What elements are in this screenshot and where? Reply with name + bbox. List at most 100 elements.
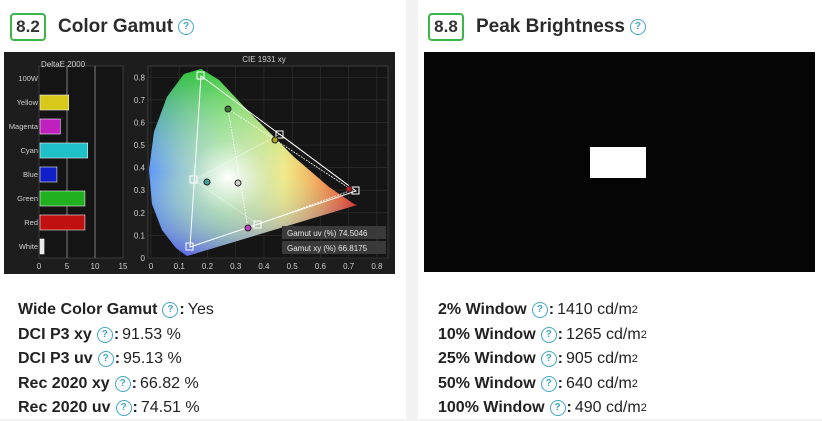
cie-x-tick-label: 0.1 <box>174 262 186 271</box>
cie-x-tick-label: 0.4 <box>258 262 270 271</box>
help-icon[interactable]: ? <box>96 326 113 343</box>
deltae-x-tick-label: 0 <box>37 262 42 271</box>
deltae-header: DeltaE 2000 <box>41 60 86 69</box>
stat-row: Wide Color Gamut?: Yes <box>18 298 214 323</box>
stat-separator: : <box>131 374 137 392</box>
stat-row: 100% Window?:490 cd/m 2 <box>438 396 647 421</box>
gamut-uv-legend: Gamut uv (%) 74.5046 <box>287 229 368 238</box>
stat-separator: : <box>132 399 138 417</box>
deltae-row-label: Green <box>17 194 38 203</box>
deltae-bar <box>39 142 89 159</box>
stat-value: 1410 cd/m <box>557 301 632 319</box>
help-icon[interactable]: ? <box>531 302 548 319</box>
stat-unit-exponent: 2 <box>640 328 647 341</box>
stat-value: Yes <box>187 301 214 319</box>
deltae-row-label: Yellow <box>17 98 39 107</box>
measured-white-point <box>234 179 242 187</box>
cie-y-tick-label: 0.5 <box>134 141 146 150</box>
stat-label: DCI P3 uv <box>18 350 93 368</box>
stat-label: DCI P3 xy <box>18 325 92 343</box>
gamut-xy-legend: Gamut xy (%) 66.8175 <box>287 244 368 253</box>
deltae-row-label: Blue <box>23 170 38 179</box>
stat-label: 25% Window <box>438 350 536 368</box>
peak-brightness-title: Peak Brightness <box>476 16 625 37</box>
measured-green-point <box>224 105 232 113</box>
help-icon[interactable]: ? <box>540 375 557 392</box>
cie-x-tick-label: 0.2 <box>202 262 214 271</box>
deltae-bar <box>39 190 86 207</box>
deltae-bar <box>39 166 58 183</box>
measured-magenta-point <box>244 224 252 232</box>
stat-label: 2% Window <box>438 301 527 319</box>
stat-value: 74.51 % <box>140 399 200 417</box>
stat-row: DCI P3 uv?:95.13 % <box>18 347 214 372</box>
stat-separator: : <box>179 301 185 319</box>
cie-y-tick-label: 0.8 <box>134 73 146 82</box>
stat-row: 2% Window?:1410 cd/m 2 <box>438 298 647 323</box>
peak-brightness-test-image <box>424 52 815 272</box>
deltae-row-label: Cyan <box>20 146 38 155</box>
stat-row: 50% Window?:640 cd/m 2 <box>438 372 647 397</box>
cie-x-tick-label: 0.8 <box>371 262 383 271</box>
help-icon[interactable]: ? <box>540 351 557 368</box>
deltae-bar <box>39 94 69 111</box>
stat-separator: : <box>557 350 563 368</box>
help-icon[interactable]: ? <box>162 302 179 319</box>
stat-value: 640 cd/m <box>565 374 632 392</box>
deltae-bar <box>39 214 86 231</box>
stat-separator: : <box>113 325 120 343</box>
cie-x-tick-label: 0 <box>149 262 154 271</box>
stat-unit-exponent: 2 <box>631 377 638 390</box>
cie-y-tick-label: 0.4 <box>134 164 146 173</box>
color-gamut-chart-svg: DeltaE 2000 100W Yellow Magenta Cyan Blue Gre… <box>9 55 389 271</box>
stat-separator: : <box>566 399 572 417</box>
cie-x-tick-label: 0.5 <box>287 262 299 271</box>
stat-row: 10% Window?:1265 cd/m 2 <box>438 323 647 348</box>
stat-row: DCI P3 xy?:91.53 % <box>18 323 214 348</box>
stat-unit-exponent: 2 <box>631 353 638 366</box>
cie-y-tick-label: 0.3 <box>134 186 146 195</box>
stat-label: 50% Window <box>438 374 536 392</box>
stat-label: 10% Window <box>438 325 536 343</box>
stat-row: 25% Window?:905 cd/m 2 <box>438 347 647 372</box>
help-icon[interactable]: ? <box>178 19 195 35</box>
stat-label: Rec 2020 uv <box>18 399 111 417</box>
color-gamut-score-badge: 8.2 <box>10 13 46 41</box>
stat-value: 91.53 % <box>122 325 181 343</box>
peak-brightness-card: 8.8 Peak Brightness ? 2% Window?:1410 cd… <box>418 0 822 419</box>
deltae-x-tick-label: 5 <box>65 262 70 271</box>
cie-y-tick-label: 0.1 <box>134 231 146 240</box>
deltae-x-tick-label: 10 <box>91 262 100 271</box>
deltae-row-label: 100W <box>18 74 39 83</box>
stat-unit-exponent: 2 <box>640 402 647 415</box>
help-icon[interactable]: ? <box>629 19 646 35</box>
stat-row: Rec 2020 xy?:66.82 % <box>18 372 214 397</box>
help-icon[interactable]: ? <box>114 375 131 392</box>
help-icon[interactable]: ? <box>540 326 557 343</box>
stat-value: 1265 cd/m <box>565 325 641 343</box>
stat-separator: : <box>557 325 563 343</box>
peak-brightness-score-badge: 8.8 <box>428 13 464 41</box>
color-gamut-title: Color Gamut <box>58 16 174 37</box>
help-icon[interactable]: ? <box>115 400 132 417</box>
stat-separator: : <box>548 301 555 319</box>
cie-x-tick-label: 0.7 <box>343 262 355 271</box>
stat-separator: : <box>557 374 563 392</box>
stat-value: 95.13 % <box>123 350 182 368</box>
stat-value: 905 cd/m <box>565 350 632 368</box>
help-icon[interactable]: ? <box>549 400 566 417</box>
cie-y-tick-label: 0.6 <box>134 118 146 127</box>
cie-title: CIE 1931 xy <box>242 55 286 64</box>
deltae-x-tick-label: 15 <box>119 262 128 271</box>
help-icon[interactable]: ? <box>97 351 114 368</box>
cie-x-tick-label: 0.6 <box>315 262 327 271</box>
measured-red-point <box>345 185 353 193</box>
peak-brightness-header: 8.8 Peak Brightness ? <box>428 10 646 44</box>
measured-cyan-point <box>203 178 211 186</box>
cie-x-tick-label: 0.3 <box>230 262 242 271</box>
color-gamut-stats: Wide Color Gamut?: Yes DCI P3 xy?:91.53 %… <box>18 298 214 421</box>
stat-value: 490 cd/m <box>574 399 641 417</box>
cie-y-tick-label: 0.7 <box>134 96 146 105</box>
stat-label: Rec 2020 xy <box>18 374 110 392</box>
cie-y-tick-label: 0 <box>141 254 146 263</box>
